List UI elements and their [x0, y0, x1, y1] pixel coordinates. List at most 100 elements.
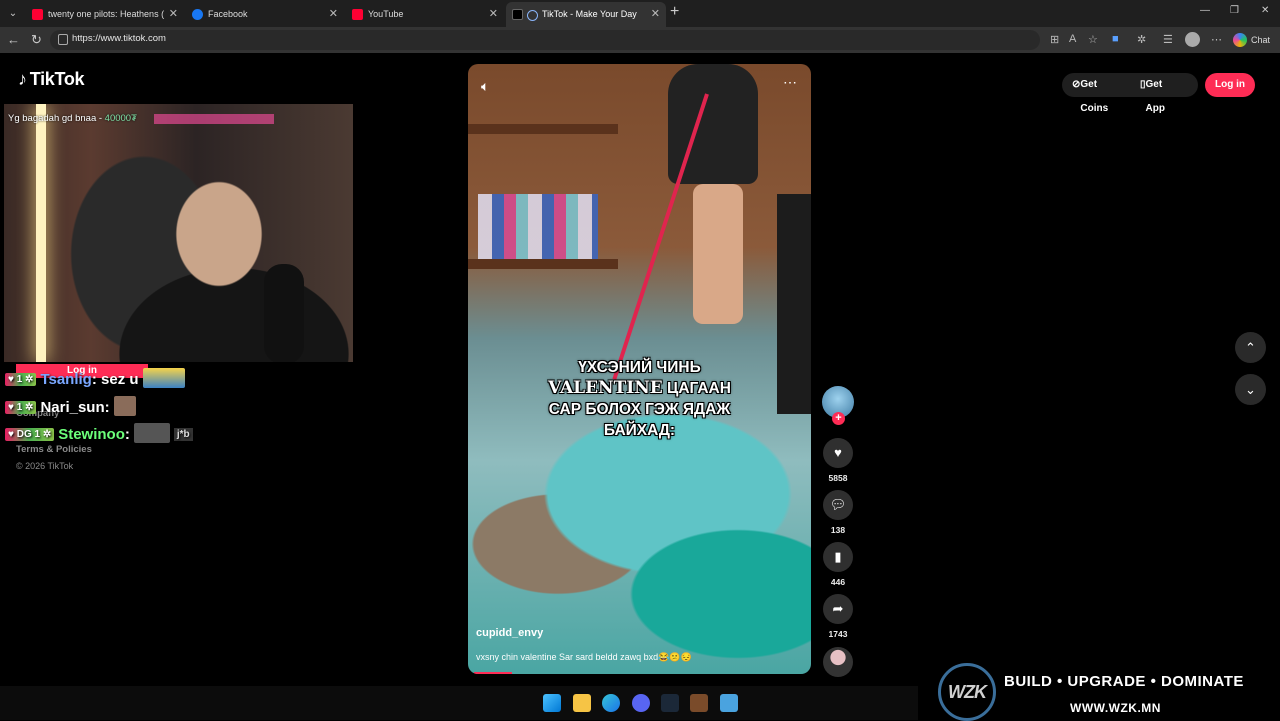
volume-icon[interactable]: 🔈︎ [481, 78, 489, 95]
header-actions: ⊘ Get Coins ▯ Get App [1062, 73, 1198, 114]
donation-overlay: Yg bagadah gd bnaa - 40000₮ [8, 113, 137, 124]
chat-username: Stewinoo [58, 426, 125, 443]
address-bar[interactable]: https://www.tiktok.com [50, 30, 1040, 50]
close-tab-icon[interactable]: ✕ [489, 2, 498, 27]
address-toolbar: ← ↻ https://www.tiktok.com ⊞ A ☆ ■ ✲ ☰ ⋯… [0, 27, 1280, 53]
tab-tiktok[interactable]: TikTok - Make Your Day ✕ [506, 2, 666, 27]
caption-line: САР БОЛОХ ГЭЖ ЯДАЖ [548, 401, 731, 418]
copyright-text: © 2026 TikTok [16, 461, 74, 471]
next-video-chevron-down-icon[interactable]: ⌄ [1235, 374, 1266, 405]
chat-text: j*b [173, 428, 193, 441]
microphone [264, 264, 304, 362]
comment-count: 138 [830, 525, 846, 535]
login-button[interactable]: Log in [1205, 73, 1255, 97]
file-explorer-icon[interactable] [573, 694, 591, 712]
video-caption-overlay: ҮХСЭНИЙ ЧИНЬ VALENTINE ЦАГААН САР БОЛОХ … [468, 357, 811, 441]
app-available-icon[interactable]: ⊞ [1050, 33, 1059, 46]
share-count: 1743 [828, 629, 848, 639]
tiktok-page: ♪ TikTok Company Terms & Policies © 2026 … [0, 53, 1280, 686]
chat-message: ♥ 1 ✲ Tsanlig: sez u [5, 368, 185, 388]
video-progress-bar[interactable] [474, 672, 512, 674]
chat-username: Tsanlig [40, 371, 92, 388]
neon-light [154, 114, 274, 124]
share-arrow-icon[interactable]: ➦ [823, 594, 853, 624]
close-tab-icon[interactable]: ✕ [329, 2, 338, 27]
url-text: https://www.tiktok.com [72, 33, 166, 44]
caption-bold: VALENTINE [548, 378, 663, 398]
emote-image [113, 396, 136, 416]
app-icon[interactable] [690, 694, 708, 712]
comment-icon[interactable]: 💬︎ [823, 490, 853, 520]
wzk-slogan: BUILD • UPGRADE • DOMINATE [1004, 673, 1244, 690]
overlay-amount: 40000₮ [104, 113, 137, 124]
close-window-icon[interactable]: ✕ [1261, 5, 1269, 16]
caption-line: VALENTINE ЦАГААН [468, 378, 811, 399]
windows-start-icon[interactable] [543, 694, 561, 712]
settings-more-icon[interactable]: ⋯ [1211, 33, 1222, 46]
terms-link[interactable]: Terms & Policies [16, 444, 92, 455]
video-author[interactable]: cupidd_envy [476, 627, 543, 639]
wzk-site: WWW.WZK.MN [1070, 701, 1161, 715]
notepad-icon[interactable] [720, 694, 738, 712]
bookmark-icon[interactable]: ▮ [823, 542, 853, 572]
more-options-icon[interactable]: ⋯ [783, 74, 797, 91]
extension-icon[interactable]: ■ [1112, 33, 1119, 45]
edge-browser-icon[interactable] [602, 694, 620, 712]
follow-plus-icon[interactable]: + [832, 412, 845, 425]
overlay-text: Yg bagadah gd bnaa - [8, 113, 105, 124]
chat-username: Nari_sun [40, 399, 105, 416]
tab-heathens[interactable]: twenty one pilots: Heathens (from ✕ [26, 2, 184, 27]
tiktok-icon [512, 9, 523, 20]
music-disc-avatar[interactable] [823, 647, 853, 677]
caption-line: БАЙХАД: [603, 422, 676, 439]
scene-shelf [468, 124, 618, 134]
steam-icon[interactable] [661, 694, 679, 712]
streamer-webcam: Yg bagadah gd bnaa - 40000₮ [4, 104, 353, 362]
tab-facebook[interactable]: Facebook ✕ [186, 2, 344, 27]
chat-badges: ♥ 1 ✲ [5, 373, 37, 386]
discord-icon[interactable] [632, 694, 650, 712]
video-player[interactable]: 🔈︎ ⋯ ҮХСЭНИЙ ЧИНЬ VALENTINE ЦАГААН САР Б… [468, 64, 811, 674]
close-tab-icon[interactable]: ✕ [169, 2, 178, 27]
get-coins-label: Get Coins [1080, 79, 1109, 114]
extensions-puzzle-icon[interactable]: ✲ [1137, 33, 1146, 46]
site-info-icon[interactable] [58, 34, 68, 45]
chat-badges: ♥ 1 ✲ [5, 401, 37, 414]
tab-title: YouTube [368, 9, 404, 19]
scene-shelf [468, 259, 618, 269]
profile-avatar[interactable] [1185, 32, 1200, 47]
youtube-icon [352, 9, 363, 20]
browser-tab-strip: ⌄ twenty one pilots: Heathens (from ✕ Fa… [0, 0, 1280, 27]
new-tab-button[interactable]: + [670, 3, 679, 21]
youtube-icon [32, 9, 43, 20]
tab-youtube[interactable]: YouTube ✕ [346, 2, 504, 27]
chat-message: ♥ DG 1 ✲ Stewinoo: j*b [5, 423, 193, 443]
facebook-icon [192, 9, 203, 20]
read-aloud-icon[interactable]: A [1069, 33, 1076, 45]
restore-icon[interactable]: ❐ [1230, 5, 1239, 16]
get-app-button[interactable]: ▯ Get App [1140, 73, 1165, 114]
chat-badges: ♥ DG 1 ✲ [5, 428, 55, 441]
caption-rest: ЦАГААН [662, 380, 731, 397]
close-tab-icon[interactable]: ✕ [651, 2, 660, 27]
scene-legs [693, 184, 743, 324]
wzk-watermark: WZK BUILD • UPGRADE • DOMINATE WWW.WZK.M… [918, 655, 1280, 721]
favorite-star-icon[interactable]: ☆ [1088, 33, 1098, 46]
previous-video-chevron-up-icon[interactable]: ⌃ [1235, 332, 1266, 363]
refresh-icon[interactable]: ↻ [31, 32, 42, 48]
tiktok-note-icon: ♪ [18, 69, 27, 89]
back-icon[interactable]: ← [7, 32, 20, 47]
tab-title: TikTok - Make Your Day [542, 9, 637, 19]
like-count: 5858 [828, 473, 848, 483]
get-app-label: Get App [1145, 79, 1165, 114]
tab-actions-menu-icon[interactable]: ⌄ [4, 5, 22, 22]
get-coins-button[interactable]: ⊘ Get Coins [1072, 73, 1108, 114]
save-count: 446 [830, 577, 846, 587]
copilot-chat-button[interactable]: Chat [1233, 31, 1270, 49]
tiktok-logo[interactable]: ♪ TikTok [18, 69, 85, 90]
like-heart-icon[interactable]: ♥ [823, 438, 853, 468]
favorites-icon[interactable]: ☰ [1163, 33, 1173, 46]
minimize-icon[interactable]: — [1200, 5, 1210, 16]
wzk-logo: WZK [938, 663, 996, 721]
chat-message: ♥ 1 ✲ Nari_sun: [5, 396, 136, 416]
